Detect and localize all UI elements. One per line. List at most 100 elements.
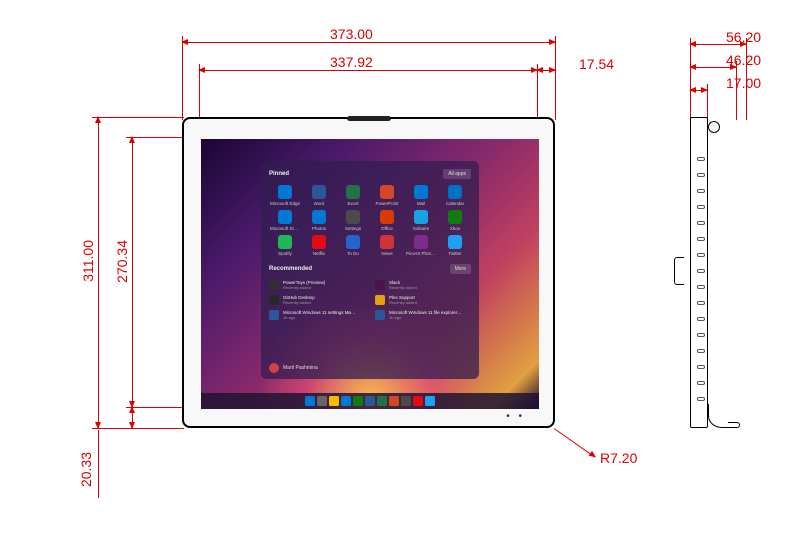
app-label: PicsArt Photo Studio: Collage… [406, 251, 436, 256]
vent-slot [697, 285, 705, 289]
app-icon [278, 235, 292, 249]
app-tile[interactable]: Xbox [439, 210, 471, 231]
taskbar-icon[interactable] [305, 396, 315, 406]
dim-line-side-inner [690, 90, 707, 91]
app-tile[interactable]: PowerPoint [371, 185, 403, 206]
recommended-item[interactable]: Microsoft Windows 11 settings Ma…1h ago [269, 310, 365, 320]
app-label: Solitaire [413, 226, 429, 231]
dim-right-bezel: 17.54 [579, 56, 614, 72]
app-tile[interactable]: Office [371, 210, 403, 231]
app-icon [414, 210, 428, 224]
app-icon [346, 235, 360, 249]
app-label: Office [381, 226, 393, 231]
app-tile[interactable]: PicsArt Photo Studio: Collage… [405, 235, 437, 256]
app-tile[interactable]: Word [303, 185, 335, 206]
app-tile[interactable]: Mail [405, 185, 437, 206]
reco-icon [375, 280, 385, 290]
recommended-item[interactable]: Microsoft Windows 11 file explorer…1h ag… [375, 310, 471, 320]
taskbar-icon[interactable] [341, 396, 351, 406]
reco-subtitle: Recently added [389, 285, 417, 290]
camera-notch [347, 116, 391, 121]
app-label: Spotify [278, 251, 292, 256]
vent-slot [697, 189, 705, 193]
taskbar-icon[interactable] [401, 396, 411, 406]
dim-screen-height: 270.34 [114, 240, 130, 283]
taskbar-icon[interactable] [425, 396, 435, 406]
app-label: Microsoft Store [270, 226, 300, 231]
reco-subtitle: 1h ago [389, 315, 462, 320]
app-tile[interactable]: Settings [337, 210, 369, 231]
app-tile[interactable]: Microsoft Edge [269, 185, 301, 206]
taskbar-icon[interactable] [413, 396, 423, 406]
recommended-item[interactable]: GitHub DesktopRecently added [269, 295, 365, 305]
app-tile[interactable]: Photos [303, 210, 335, 231]
dim-line-screen-width [199, 70, 537, 71]
app-icon [380, 235, 394, 249]
app-icon [278, 210, 292, 224]
app-tile[interactable]: To Do [337, 235, 369, 256]
reco-icon [375, 310, 385, 320]
all-apps-button[interactable]: All apps [443, 169, 471, 179]
vent-slot [697, 237, 705, 241]
dim-screen-width: 337.92 [330, 54, 373, 70]
vent-slot [697, 317, 705, 321]
recommended-item[interactable]: PowerToys (Preview)Recently added [269, 280, 365, 290]
taskbar-icon[interactable] [389, 396, 399, 406]
app-tile[interactable]: Excel [337, 185, 369, 206]
app-label: To Do [347, 251, 359, 256]
dim-line-front-width [182, 42, 555, 43]
app-tile[interactable]: Netflix [303, 235, 335, 256]
recommended-heading: Recommended [269, 266, 312, 272]
dim-line-screen-height [132, 137, 133, 407]
app-icon [278, 185, 292, 199]
app-icon [414, 185, 428, 199]
taskbar-icon[interactable] [329, 396, 339, 406]
vent-slot [697, 349, 705, 353]
app-label: Mail [417, 201, 425, 206]
device-side-view [690, 117, 708, 428]
app-label: Photos [312, 226, 326, 231]
reco-icon [269, 280, 279, 290]
taskbar-icon[interactable] [365, 396, 375, 406]
app-tile[interactable]: Twitter [439, 235, 471, 256]
app-label: Calendar [446, 201, 464, 206]
reco-subtitle: Recently added [283, 300, 315, 305]
app-icon [380, 210, 394, 224]
pinned-heading: Pinned [269, 171, 289, 177]
recommended-item[interactable]: Plex SupportRecently added [375, 295, 471, 305]
dim-line-bottom-bezel [132, 407, 133, 428]
dim-corner-radius: R7.20 [600, 450, 637, 466]
app-icon [346, 210, 360, 224]
app-label: PowerPoint [375, 201, 398, 206]
user-footer[interactable]: Marti Pashmina [269, 363, 318, 373]
app-icon [312, 210, 326, 224]
reco-subtitle: Recently added [283, 285, 325, 290]
mount-bracket [674, 257, 684, 285]
dim-line-front-height [98, 117, 99, 428]
vent-slot [697, 221, 705, 225]
app-tile[interactable]: Calendar [439, 185, 471, 206]
more-button[interactable]: More [450, 264, 471, 274]
app-icon [380, 185, 394, 199]
taskbar-icon[interactable] [317, 396, 327, 406]
dim-line-right-bezel [537, 70, 555, 71]
vent-slot [697, 269, 705, 273]
app-icon [448, 185, 462, 199]
dim-bottom-bezel: 20.33 [78, 452, 94, 487]
app-label: Xbox [450, 226, 460, 231]
app-icon [414, 235, 428, 249]
app-tile[interactable]: Solitaire [405, 210, 437, 231]
vent-slot [697, 205, 705, 209]
app-label: Microsoft Edge [270, 201, 300, 206]
app-tile[interactable]: Microsoft Store [269, 210, 301, 231]
app-tile[interactable]: News [371, 235, 403, 256]
taskbar [201, 393, 539, 409]
app-icon [346, 185, 360, 199]
taskbar-icon[interactable] [377, 396, 387, 406]
app-tile[interactable]: Spotify [269, 235, 301, 256]
taskbar-icon[interactable] [353, 396, 363, 406]
app-icon [312, 235, 326, 249]
start-menu: Pinned All apps Microsoft EdgeWordExcel P… [261, 161, 479, 379]
recommended-item[interactable]: SlackRecently added [375, 280, 471, 290]
dim-front-width: 373.00 [330, 26, 373, 42]
